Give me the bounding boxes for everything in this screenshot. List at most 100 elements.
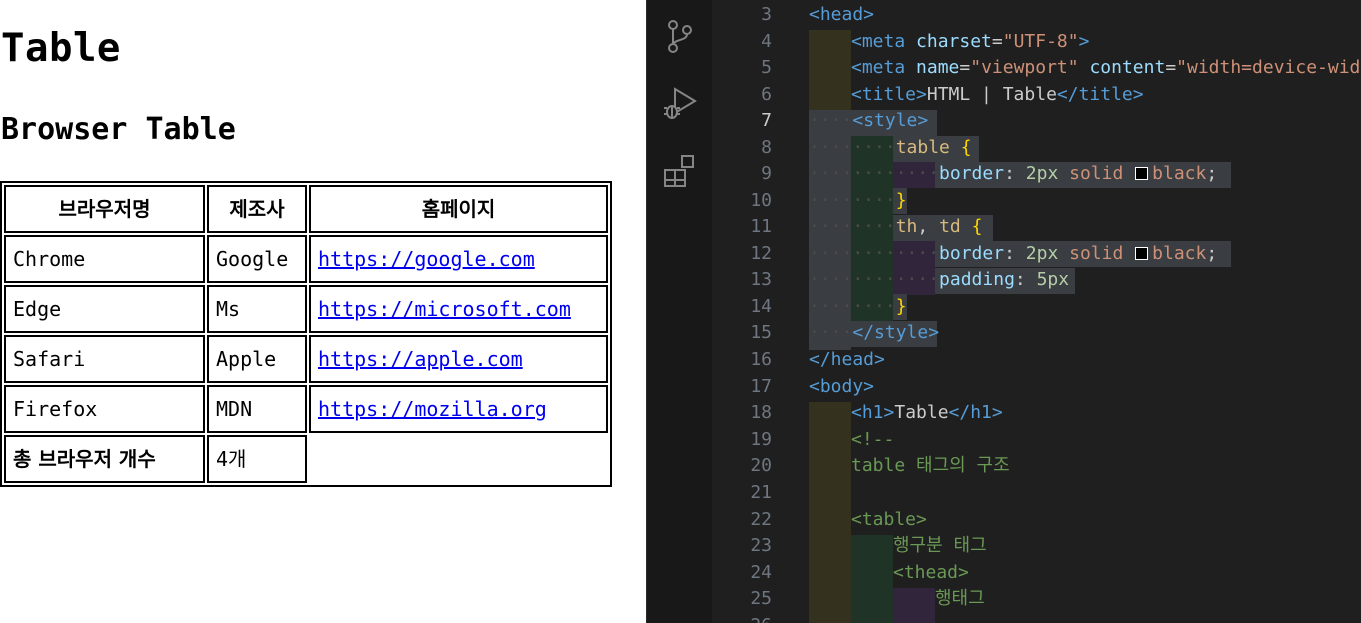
table-footer-row: 총 브라우저 개수 4개 bbox=[4, 435, 608, 483]
line-number: 4 bbox=[761, 31, 772, 52]
code-line[interactable]: 19 <!-- bbox=[712, 427, 1361, 454]
line-number: 24 bbox=[750, 562, 772, 583]
cell-homepage: https://microsoft.com bbox=[309, 285, 608, 333]
line-number: 9 bbox=[761, 163, 772, 184]
code-text: </head> bbox=[809, 349, 885, 370]
code-text: ············border: 2px solid black; bbox=[809, 243, 1218, 264]
line-number: 14 bbox=[750, 296, 772, 317]
page-heading-h2: Browser Table bbox=[1, 112, 236, 147]
line-number: 18 bbox=[750, 402, 772, 423]
code-line[interactable]: 15 ····</style> bbox=[712, 320, 1361, 347]
code-line[interactable]: 13 ············padding: 5px bbox=[712, 267, 1361, 294]
code-text: ········} bbox=[809, 296, 907, 317]
code-line[interactable]: 5 <meta name="viewport" content="width=d… bbox=[712, 55, 1361, 82]
table-header-row: 브라우저명 제조사 홈페이지 bbox=[4, 185, 608, 233]
code-text: ········th, td { bbox=[809, 216, 983, 237]
line-number: 13 bbox=[750, 269, 772, 290]
code-text: ····<style> bbox=[809, 110, 929, 131]
code-line[interactable]: 10 ········} bbox=[712, 188, 1361, 215]
code-line[interactable]: 11 ········th, td { bbox=[712, 214, 1361, 241]
homepage-link[interactable]: https://mozilla.org bbox=[318, 397, 547, 421]
line-number: 11 bbox=[750, 216, 772, 237]
code-line[interactable]: 14 ········} bbox=[712, 294, 1361, 321]
code-text: <title>HTML | Table</title> bbox=[851, 84, 1144, 105]
code-text: 행태그 bbox=[935, 588, 985, 609]
line-number: 22 bbox=[750, 509, 772, 530]
code-text: <table> bbox=[851, 509, 927, 530]
run-debug-icon[interactable] bbox=[661, 84, 699, 122]
code-text: table 태그의 구조 bbox=[851, 455, 1010, 476]
column-header-maker: 제조사 bbox=[207, 185, 307, 233]
code-line[interactable]: 3 <head> bbox=[712, 2, 1361, 29]
line-number: 20 bbox=[750, 455, 772, 476]
homepage-link[interactable]: https://google.com bbox=[318, 247, 535, 271]
code-line[interactable]: 17 <body> bbox=[712, 374, 1361, 401]
cell-browser-name: Firefox bbox=[4, 385, 205, 433]
line-number: 8 bbox=[761, 137, 772, 158]
cell-browser-name: Edge bbox=[4, 285, 205, 333]
code-text: ············padding: 5px bbox=[809, 269, 1070, 290]
empty-cell bbox=[309, 435, 608, 483]
extensions-icon[interactable] bbox=[661, 152, 699, 190]
line-number: 23 bbox=[750, 535, 772, 556]
cell-homepage: https://google.com bbox=[309, 235, 608, 283]
code-line[interactable]: 21 bbox=[712, 480, 1361, 507]
code-text: <!-- bbox=[851, 429, 895, 450]
line-number: 12 bbox=[750, 243, 772, 264]
code-text: <h1>Table</h1> bbox=[851, 402, 1003, 423]
line-number: 10 bbox=[750, 190, 772, 211]
code-line[interactable]: 7 ····<style> bbox=[712, 108, 1361, 135]
code-line[interactable]: 6 <title>HTML | Table</title> bbox=[712, 82, 1361, 109]
code-line[interactable]: 26 bbox=[712, 613, 1361, 623]
cell-browser-name: Safari bbox=[4, 335, 205, 383]
code-text: ········} bbox=[809, 190, 907, 211]
browser-table: 브라우저명 제조사 홈페이지 Chrome Google https://goo… bbox=[0, 181, 612, 487]
code-line[interactable]: 18 <h1>Table</h1> bbox=[712, 400, 1361, 427]
page-heading-h1: Table bbox=[1, 26, 121, 71]
line-number: 7 bbox=[761, 110, 772, 131]
cell-maker: Apple bbox=[207, 335, 307, 383]
code-line[interactable]: 12 ············border: 2px solid black; bbox=[712, 241, 1361, 268]
cell-browser-name: Chrome bbox=[4, 235, 205, 283]
code-line[interactable]: 20 table 태그의 구조 bbox=[712, 453, 1361, 480]
code-text: <body> bbox=[809, 376, 875, 397]
line-number: 6 bbox=[761, 84, 772, 105]
homepage-link[interactable]: https://microsoft.com bbox=[318, 297, 571, 321]
cell-homepage: https://mozilla.org bbox=[309, 385, 608, 433]
code-line[interactable]: 4 <meta charset="UTF-8"> bbox=[712, 29, 1361, 56]
line-number: 16 bbox=[750, 349, 772, 370]
source-control-icon[interactable] bbox=[661, 17, 699, 55]
line-number: 26 bbox=[712, 613, 772, 623]
total-count-label: 총 브라우저 개수 bbox=[4, 435, 205, 483]
code-line[interactable]: 9 ············border: 2px solid black; bbox=[712, 161, 1361, 188]
line-number: 21 bbox=[750, 482, 772, 503]
code-line[interactable]: 25 행태그 bbox=[712, 586, 1361, 613]
code-line[interactable]: 24 <thead> bbox=[712, 560, 1361, 587]
code-text: <meta name="viewport" content="width=dev… bbox=[851, 57, 1361, 78]
cell-maker: Ms bbox=[207, 285, 307, 333]
browser-preview: Table Browser Table 브라우저명 제조사 홈페이지 Chrom… bbox=[0, 0, 646, 623]
cell-maker: MDN bbox=[207, 385, 307, 433]
line-number: 17 bbox=[750, 376, 772, 397]
code-editor[interactable]: 3 <head> 4 <meta charset="UTF-8"> 5 <met… bbox=[712, 0, 1361, 623]
activity-bar bbox=[646, 0, 713, 623]
total-count-value: 4개 bbox=[207, 435, 307, 483]
cell-homepage: https://apple.com bbox=[309, 335, 608, 383]
line-number: 3 bbox=[761, 4, 772, 25]
column-header-homepage: 홈페이지 bbox=[309, 185, 608, 233]
table-row: Edge Ms https://microsoft.com bbox=[4, 285, 608, 333]
code-text: 행구분 태그 bbox=[893, 535, 987, 556]
line-number: 19 bbox=[750, 429, 772, 450]
code-line[interactable]: 23 행구분 태그 bbox=[712, 533, 1361, 560]
code-line[interactable]: 8 ········table { bbox=[712, 135, 1361, 162]
homepage-link[interactable]: https://apple.com bbox=[318, 347, 523, 371]
code-line[interactable]: 16 </head> bbox=[712, 347, 1361, 374]
code-text: <thead> bbox=[893, 562, 969, 583]
table-row: Chrome Google https://google.com bbox=[4, 235, 608, 283]
line-number: 5 bbox=[761, 57, 772, 78]
line-number: 25 bbox=[750, 588, 772, 609]
code-line[interactable]: 22 <table> bbox=[712, 507, 1361, 534]
line-number: 15 bbox=[750, 322, 772, 343]
table-row: Firefox MDN https://mozilla.org bbox=[4, 385, 608, 433]
cell-maker: Google bbox=[207, 235, 307, 283]
